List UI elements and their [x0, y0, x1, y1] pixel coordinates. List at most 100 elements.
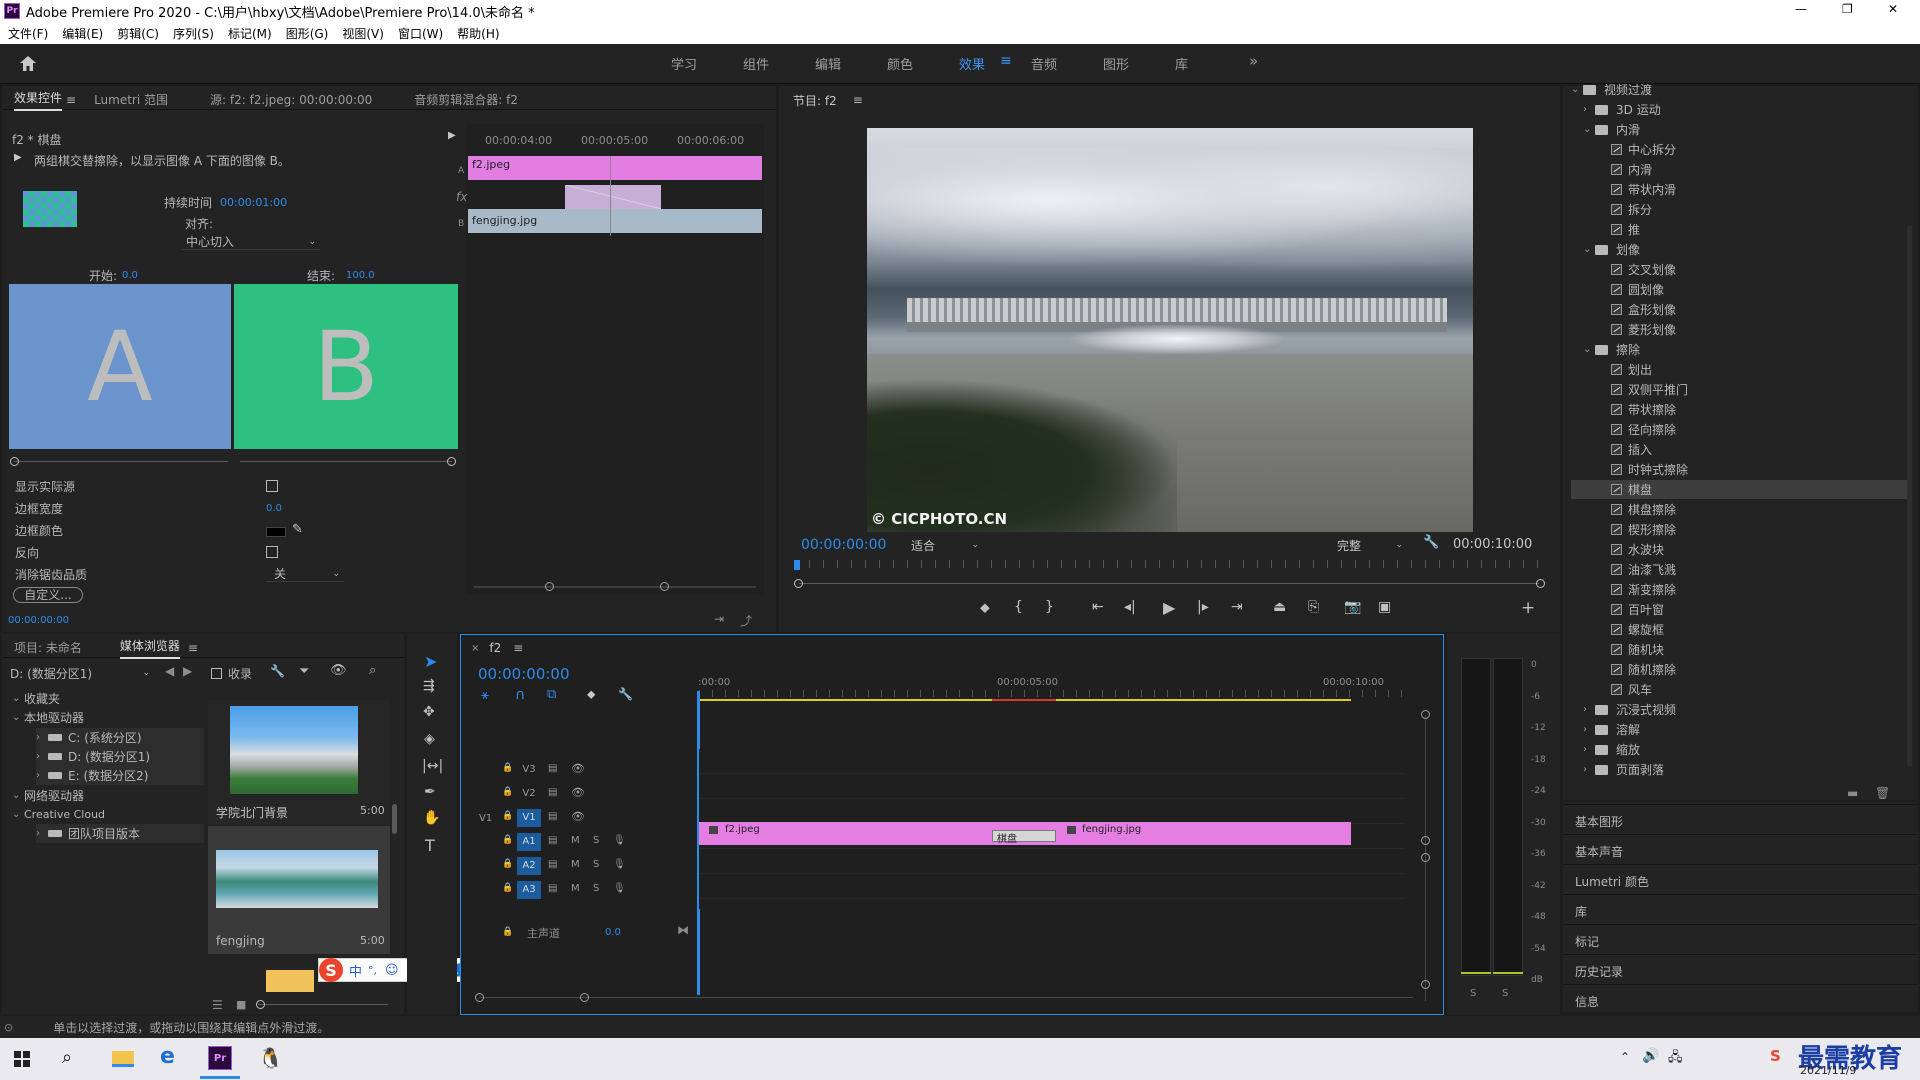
effects-folder[interactable]: ⌄ 内滑 — [1583, 120, 1640, 139]
program-zoom-handle-right[interactable] — [1536, 579, 1545, 588]
end-slider-handle[interactable] — [447, 457, 456, 466]
effects-folder[interactable]: › 页面剥落 — [1583, 760, 1664, 779]
track-target-button[interactable]: V3 — [517, 761, 541, 779]
thumb-fengjing[interactable]: fengjing 5:00 — [208, 826, 390, 954]
border-color-swatch[interactable] — [266, 527, 286, 537]
share-icon[interactable]: ⤴ — [740, 612, 752, 629]
filter-icon[interactable]: ⏷ — [299, 664, 309, 679]
collapsed-panel-header[interactable]: 基本图形 — [1575, 812, 1905, 831]
sync-lock-icon[interactable]: ▤ — [548, 859, 557, 870]
media-browser-tree-item[interactable]: ⌄ 收藏夹 — [12, 689, 60, 708]
track-lock-icon[interactable]: 🔒 — [502, 835, 513, 845]
close-button[interactable]: ✕ — [1888, 2, 1898, 16]
anti-aliasing-dropdown[interactable]: 关 ⌄ — [266, 566, 344, 582]
solo-right-button[interactable]: S — [1502, 988, 1508, 999]
tray-chevron-icon[interactable]: ⌃ — [1620, 1050, 1630, 1064]
go-to-in-icon[interactable]: ⇤ — [1092, 599, 1104, 615]
effects-item[interactable]: 楔形擦除 — [1611, 520, 1676, 539]
mark-out-icon[interactable]: } — [1045, 599, 1054, 615]
wrench-icon[interactable]: 🔧 — [270, 664, 285, 678]
collapsed-panel-header[interactable]: 信息 — [1575, 992, 1905, 1011]
track-target-button[interactable]: V1 — [517, 809, 541, 827]
workspace-graphics[interactable]: 图形 — [1103, 54, 1129, 73]
maximize-button[interactable]: ❐ — [1842, 2, 1853, 16]
track-lock-icon[interactable]: 🔒 — [502, 787, 513, 797]
border-width-value[interactable]: 0.0 — [266, 503, 282, 514]
master-lock-icon[interactable]: 🔒 — [502, 927, 513, 937]
export-frame-icon[interactable]: 📷 — [1344, 599, 1361, 615]
sync-lock-icon[interactable]: ▤ — [548, 811, 557, 822]
track-target-button[interactable]: A1 — [517, 833, 541, 851]
start-slider-handle[interactable] — [10, 457, 19, 466]
ime-chinese-mode[interactable]: 中 — [349, 961, 362, 980]
solo-button[interactable]: S — [593, 859, 599, 870]
thumb-size-handle[interactable] — [256, 1000, 265, 1009]
mute-button[interactable]: M — [571, 859, 580, 870]
voiceover-record-icon[interactable]: 🎙 — [613, 859, 626, 870]
tab-source[interactable]: 源: f2: f2.jpeg: 00:00:00:00 — [210, 91, 372, 108]
solo-button[interactable]: S — [593, 883, 599, 894]
menu-view[interactable]: 视图(V) — [342, 25, 384, 42]
tab-effect-controls[interactable]: 效果控件 — [14, 89, 63, 111]
media-browser-scrollbar[interactable] — [392, 804, 397, 834]
effects-folder[interactable]: › 3D 运动 — [1583, 100, 1661, 119]
nest-toggle-icon[interactable]: ⚹ — [481, 688, 489, 703]
new-bin-icon[interactable]: ▬ — [1847, 786, 1858, 800]
effects-item[interactable]: 径向擦除 — [1611, 420, 1676, 439]
sync-lock-icon[interactable]: ▤ — [548, 787, 557, 798]
mini-scroll-handle-right[interactable] — [660, 582, 669, 591]
effects-folder-video-transitions[interactable]: ⌄ 视频过渡 — [1571, 80, 1652, 99]
comparison-view-icon[interactable]: ▣ — [1378, 599, 1391, 615]
ime-emoji-icon[interactable]: ☺ — [385, 963, 399, 978]
panel-menu-icon[interactable]: ≡ — [66, 93, 76, 107]
workspace-more-icon[interactable]: » — [1249, 52, 1258, 70]
duration-value[interactable]: 00:00:01:00 — [220, 196, 287, 209]
start-slider[interactable] — [14, 461, 228, 462]
reverse-checkbox[interactable] — [266, 546, 278, 558]
effects-item[interactable]: 百叶窗 — [1611, 600, 1664, 619]
home-icon[interactable] — [19, 55, 37, 72]
expand-description-icon[interactable]: ▶ — [14, 152, 22, 163]
thumb-folder[interactable] — [266, 970, 314, 992]
effects-folder[interactable]: › 缩放 — [1583, 740, 1640, 759]
track-target-button[interactable]: V2 — [517, 785, 541, 803]
effects-item[interactable]: 带状擦除 — [1611, 400, 1676, 419]
menu-help[interactable]: 帮助(H) — [457, 25, 499, 42]
pen-tool-icon[interactable]: ✒ — [424, 784, 436, 800]
master-value[interactable]: 0.0 — [605, 927, 621, 938]
mark-in-icon[interactable]: { — [1014, 599, 1023, 615]
effects-item[interactable]: 棋盘 — [1571, 480, 1909, 499]
effects-item[interactable]: 划出 — [1611, 360, 1652, 379]
sync-lock-icon[interactable]: ▤ — [548, 883, 557, 894]
workspace-assembly[interactable]: 组件 — [743, 54, 769, 73]
toggle-visibility-icon[interactable]: 👁 — [571, 786, 585, 799]
collapsed-panel-header[interactable]: 库 — [1575, 902, 1905, 921]
mini-scrollbar[interactable] — [474, 586, 756, 588]
drive-dropdown[interactable]: D: (数据分区1) ⌄ — [10, 664, 150, 682]
timeline-vscroll-handle-mid2[interactable] — [1421, 853, 1430, 862]
premiere-taskbar-icon[interactable]: Pr — [208, 1046, 232, 1070]
menu-file[interactable]: 文件(F) — [8, 25, 48, 42]
workspace-color[interactable]: 颜色 — [887, 54, 913, 73]
marker-icon[interactable]: ⬥ — [587, 687, 595, 702]
voiceover-record-icon[interactable]: 🎙 — [613, 883, 626, 894]
menu-edit[interactable]: 编辑(E) — [62, 25, 103, 42]
type-tool-icon[interactable]: T — [425, 836, 435, 855]
timeline-timecode[interactable]: 00:00:00:00 — [478, 665, 570, 683]
end-slider[interactable] — [240, 461, 452, 462]
extract-icon[interactable]: ⎘ — [1308, 599, 1319, 615]
workspace-libraries[interactable]: 库 — [1175, 54, 1188, 73]
timeline-sequence-tab[interactable]: f2 — [489, 641, 501, 655]
sync-lock-icon[interactable]: ▤ — [548, 763, 557, 774]
timeline-hscroll-handle-left[interactable] — [475, 993, 484, 1002]
mini-clip-a[interactable]: f2.jpeg — [468, 156, 762, 180]
toggle-visibility-icon[interactable]: 👁 — [571, 762, 585, 775]
go-to-out-icon[interactable]: ⇥ — [1231, 599, 1243, 615]
workspace-learn[interactable]: 学习 — [671, 54, 697, 73]
workspace-effects[interactable]: 效果 — [959, 54, 985, 73]
track-lock-icon[interactable]: 🔒 — [502, 763, 513, 773]
razor-tool-icon[interactable]: ◈ — [424, 731, 435, 747]
snap-icon[interactable]: ∩ — [515, 687, 525, 703]
effects-item[interactable]: 推 — [1611, 220, 1640, 239]
effects-item[interactable]: 拆分 — [1611, 200, 1652, 219]
